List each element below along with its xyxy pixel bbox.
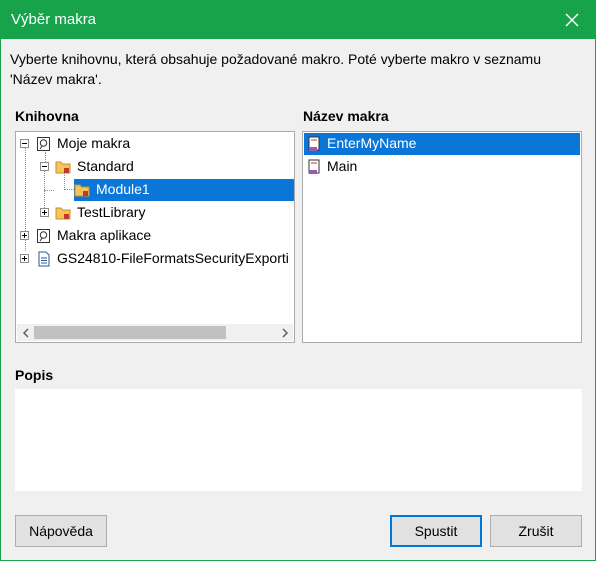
tree-line bbox=[44, 190, 54, 191]
macro-item-label: Main bbox=[327, 158, 358, 174]
tree-item-label: Standard bbox=[77, 158, 134, 174]
collapse-icon[interactable] bbox=[40, 162, 49, 171]
tree-item-label: Moje makra bbox=[57, 135, 131, 151]
scroll-thumb[interactable] bbox=[34, 326, 226, 339]
instruction-text: Vyberte knihovnu, která obsahuje požadov… bbox=[10, 51, 541, 87]
tree-item-document[interactable]: GS24810-FileFormatsSecurityExporti bbox=[16, 248, 294, 270]
module-icon bbox=[74, 184, 90, 197]
library-tree[interactable]: Moje makra Standard Module1 TestLibrary … bbox=[15, 131, 295, 343]
title-bar: Výběr makra bbox=[1, 1, 595, 39]
tree-item-label: TestLibrary bbox=[77, 204, 146, 220]
tree-item-moje-makra[interactable]: Moje makra bbox=[16, 133, 294, 155]
folder-icon bbox=[55, 161, 71, 174]
description-label: Popis bbox=[15, 367, 54, 383]
macro-item-main[interactable]: Main bbox=[304, 156, 580, 178]
tree-item-testlibrary[interactable]: TestLibrary bbox=[16, 202, 294, 224]
dialog-title: Výběr makra bbox=[11, 11, 97, 28]
tree-item-label: Module1 bbox=[96, 181, 150, 197]
expand-icon[interactable] bbox=[20, 231, 29, 240]
expand-icon[interactable] bbox=[20, 254, 29, 263]
dialog-content: Vyberte knihovnu, která obsahuje požadov… bbox=[1, 39, 595, 560]
macro-icon bbox=[308, 159, 320, 174]
scroll-right-button[interactable] bbox=[276, 324, 293, 341]
macro-name-label: Název makra bbox=[303, 108, 389, 124]
macro-container-icon bbox=[37, 137, 50, 151]
scroll-left-button[interactable] bbox=[17, 324, 34, 341]
chevron-left-icon bbox=[22, 327, 29, 338]
folder-icon bbox=[55, 207, 71, 220]
tree-item-module1[interactable]: Module1 bbox=[74, 179, 294, 201]
document-icon bbox=[38, 251, 50, 267]
macro-container-icon bbox=[37, 229, 50, 243]
tree-item-label: Makra aplikace bbox=[57, 227, 152, 243]
chevron-right-icon bbox=[281, 327, 288, 338]
help-button[interactable]: Nápověda bbox=[15, 515, 107, 547]
macro-selector-dialog: Výběr makra Vyberte knihovnu, která obsa… bbox=[0, 0, 596, 561]
library-label: Knihovna bbox=[15, 108, 79, 124]
close-button[interactable] bbox=[549, 1, 595, 39]
cancel-button[interactable]: Zrušit bbox=[490, 515, 582, 547]
tree-item-label: GS24810-FileFormatsSecurityExporti bbox=[57, 250, 289, 266]
macro-item-label: EnterMyName bbox=[327, 135, 417, 151]
tree-item-makra-aplikace[interactable]: Makra aplikace bbox=[16, 225, 294, 247]
horizontal-scrollbar[interactable] bbox=[17, 324, 293, 341]
collapse-icon[interactable] bbox=[20, 139, 29, 148]
run-button[interactable]: Spustit bbox=[390, 515, 482, 547]
close-icon bbox=[565, 13, 579, 27]
macro-item-entermyname[interactable]: EnterMyName bbox=[304, 133, 580, 155]
tree-item-standard[interactable]: Standard bbox=[16, 156, 294, 178]
macro-list[interactable]: EnterMyName Main bbox=[302, 131, 582, 343]
macro-icon bbox=[308, 136, 320, 151]
description-box bbox=[15, 389, 582, 491]
expand-icon[interactable] bbox=[40, 208, 49, 217]
tree-line bbox=[64, 189, 74, 190]
